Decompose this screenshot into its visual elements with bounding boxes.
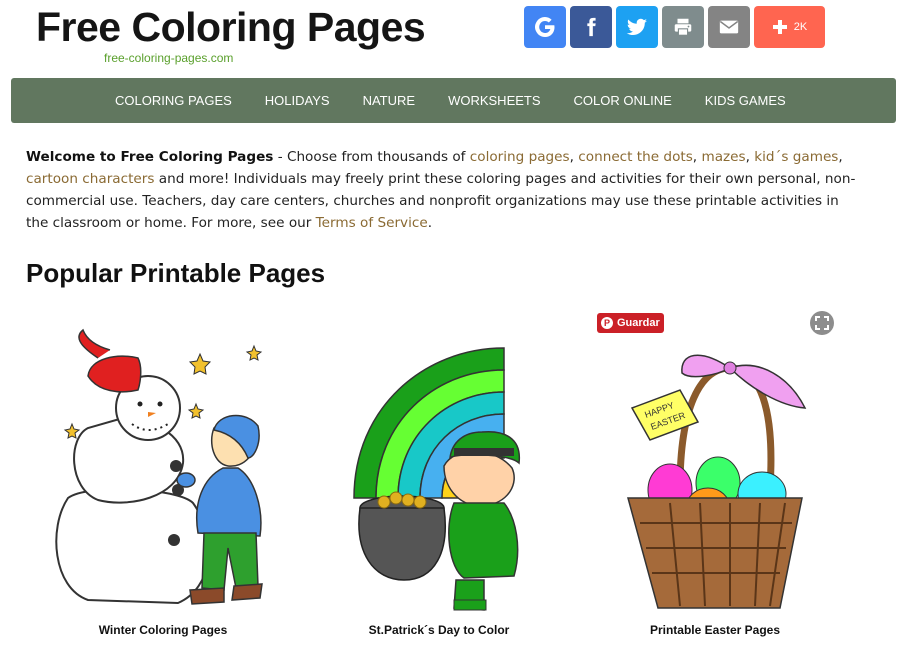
card-easter[interactable]: HAPPY EASTER Printable Easter Pages <box>580 318 850 648</box>
link-kids-games[interactable]: kid´s games <box>754 149 838 165</box>
card-st-patrick[interactable]: St.Patrick´s Day to Color <box>304 318 574 648</box>
plus-icon <box>772 19 788 35</box>
pinterest-save-button[interactable]: P Guardar <box>597 313 664 333</box>
expand-icon[interactable] <box>810 311 834 335</box>
nav-coloring-pages[interactable]: COLORING PAGES <box>115 93 232 108</box>
nav-color-online[interactable]: COLOR ONLINE <box>574 93 672 108</box>
link-coloring-pages[interactable]: coloring pages <box>470 149 570 165</box>
intro-separator: , <box>838 149 843 165</box>
intro-bold-lead: Welcome to Free Coloring Pages <box>26 149 274 165</box>
share-email-button[interactable] <box>708 6 750 48</box>
section-title: Popular Printable Pages <box>26 258 326 288</box>
site-logo-subtitle[interactable]: free-coloring-pages.com <box>104 51 233 65</box>
link-cartoon-characters[interactable]: cartoon characters <box>26 171 154 187</box>
leprechaun-image[interactable] <box>304 318 574 618</box>
nav-holidays[interactable]: HOLIDAYS <box>265 93 330 108</box>
print-icon <box>672 16 694 38</box>
share-print-button[interactable] <box>662 6 704 48</box>
site-header: Free Coloring Pages free-coloring-pages.… <box>0 0 902 75</box>
snowman-image[interactable] <box>28 318 298 618</box>
pinterest-icon: P <box>601 317 613 329</box>
card-winter[interactable]: Winter Coloring Pages <box>28 318 298 648</box>
intro-separator: , <box>569 149 579 165</box>
share-facebook-button[interactable] <box>570 6 612 48</box>
nav-worksheets[interactable]: WORKSHEETS <box>448 93 540 108</box>
intro-text: - Choose from thousands of <box>273 149 470 165</box>
twitter-icon <box>625 15 649 39</box>
link-connect-the-dots[interactable]: connect the dots <box>578 149 693 165</box>
google-icon <box>533 15 557 39</box>
intro-separator: , <box>745 149 755 165</box>
share-more-button[interactable]: 2K <box>754 6 825 48</box>
main-nav: COLORING PAGES HOLIDAYS NATURE WORKSHEET… <box>11 78 896 123</box>
share-count: 2K <box>793 21 808 33</box>
email-icon <box>718 16 740 38</box>
card-caption[interactable]: St.Patrick´s Day to Color <box>304 623 574 637</box>
card-caption[interactable]: Winter Coloring Pages <box>28 623 298 637</box>
share-twitter-button[interactable] <box>616 6 658 48</box>
intro-text: . <box>427 215 433 231</box>
link-terms-of-service[interactable]: Terms of Service <box>316 215 428 231</box>
link-mazes[interactable]: mazes <box>701 149 745 165</box>
site-logo-title[interactable]: Free Coloring Pages <box>36 4 426 51</box>
share-google-button[interactable] <box>524 6 566 48</box>
nav-nature[interactable]: NATURE <box>363 93 415 108</box>
nav-kids-games[interactable]: KIDS GAMES <box>705 93 786 108</box>
intro-paragraph: Welcome to Free Coloring Pages - Choose … <box>26 146 856 234</box>
easter-basket-image[interactable]: HAPPY EASTER <box>580 318 850 618</box>
pinterest-save-label: Guardar <box>617 317 660 329</box>
facebook-icon <box>580 16 602 38</box>
card-caption[interactable]: Printable Easter Pages <box>580 623 850 637</box>
